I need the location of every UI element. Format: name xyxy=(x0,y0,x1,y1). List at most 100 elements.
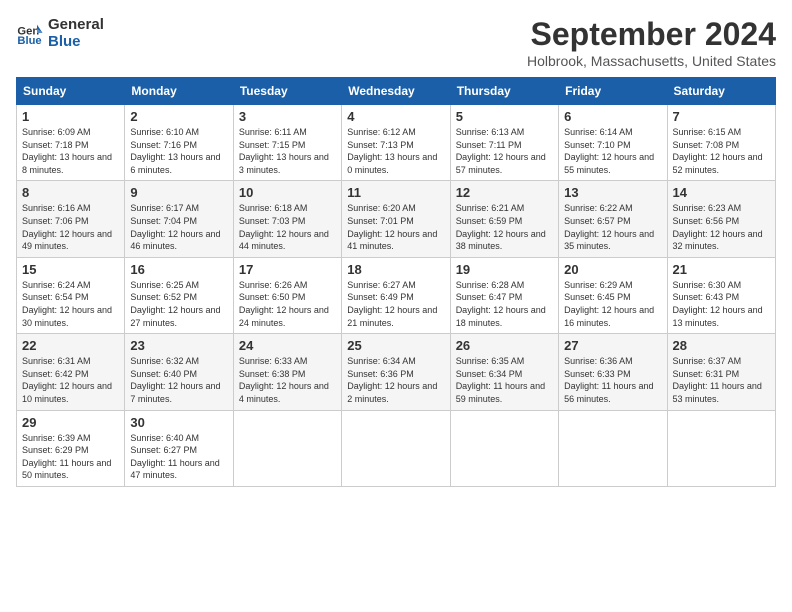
day-info: Sunrise: 6:32 AM Sunset: 6:40 PM Dayligh… xyxy=(130,355,227,405)
calendar-cell: 27 Sunrise: 6:36 AM Sunset: 6:33 PM Dayl… xyxy=(559,334,667,410)
day-info: Sunrise: 6:22 AM Sunset: 6:57 PM Dayligh… xyxy=(564,202,661,252)
day-info: Sunrise: 6:28 AM Sunset: 6:47 PM Dayligh… xyxy=(456,279,553,329)
calendar-cell: 22 Sunrise: 6:31 AM Sunset: 6:42 PM Dayl… xyxy=(17,334,125,410)
day-number: 12 xyxy=(456,185,553,200)
calendar-cell: 23 Sunrise: 6:32 AM Sunset: 6:40 PM Dayl… xyxy=(125,334,233,410)
calendar-week-row: 8 Sunrise: 6:16 AM Sunset: 7:06 PM Dayli… xyxy=(17,181,776,257)
svg-text:Blue: Blue xyxy=(17,35,41,47)
day-number: 4 xyxy=(347,109,444,124)
day-number: 19 xyxy=(456,262,553,277)
day-number: 25 xyxy=(347,338,444,353)
day-info: Sunrise: 6:14 AM Sunset: 7:10 PM Dayligh… xyxy=(564,126,661,176)
day-number: 28 xyxy=(673,338,770,353)
day-number: 20 xyxy=(564,262,661,277)
page-header: Gen Blue General Blue September 2024 Hol… xyxy=(16,16,776,69)
col-header-sunday: Sunday xyxy=(17,78,125,105)
day-number: 6 xyxy=(564,109,661,124)
calendar-cell: 3 Sunrise: 6:11 AM Sunset: 7:15 PM Dayli… xyxy=(233,105,341,181)
day-number: 3 xyxy=(239,109,336,124)
calendar-title-area: September 2024 Holbrook, Massachusetts, … xyxy=(527,16,776,69)
calendar-cell xyxy=(342,410,450,486)
calendar-cell: 9 Sunrise: 6:17 AM Sunset: 7:04 PM Dayli… xyxy=(125,181,233,257)
calendar-cell: 17 Sunrise: 6:26 AM Sunset: 6:50 PM Dayl… xyxy=(233,257,341,333)
day-info: Sunrise: 6:09 AM Sunset: 7:18 PM Dayligh… xyxy=(22,126,119,176)
location-title: Holbrook, Massachusetts, United States xyxy=(527,53,776,69)
day-info: Sunrise: 6:20 AM Sunset: 7:01 PM Dayligh… xyxy=(347,202,444,252)
calendar-cell: 18 Sunrise: 6:27 AM Sunset: 6:49 PM Dayl… xyxy=(342,257,450,333)
day-number: 7 xyxy=(673,109,770,124)
day-number: 24 xyxy=(239,338,336,353)
day-number: 30 xyxy=(130,415,227,430)
calendar-cell: 8 Sunrise: 6:16 AM Sunset: 7:06 PM Dayli… xyxy=(17,181,125,257)
calendar-cell xyxy=(667,410,775,486)
day-info: Sunrise: 6:40 AM Sunset: 6:27 PM Dayligh… xyxy=(130,432,227,482)
day-number: 14 xyxy=(673,185,770,200)
day-number: 9 xyxy=(130,185,227,200)
calendar-cell: 25 Sunrise: 6:34 AM Sunset: 6:36 PM Dayl… xyxy=(342,334,450,410)
day-info: Sunrise: 6:29 AM Sunset: 6:45 PM Dayligh… xyxy=(564,279,661,329)
calendar-cell xyxy=(559,410,667,486)
calendar-cell: 14 Sunrise: 6:23 AM Sunset: 6:56 PM Dayl… xyxy=(667,181,775,257)
day-number: 10 xyxy=(239,185,336,200)
day-number: 15 xyxy=(22,262,119,277)
day-number: 2 xyxy=(130,109,227,124)
day-info: Sunrise: 6:18 AM Sunset: 7:03 PM Dayligh… xyxy=(239,202,336,252)
day-info: Sunrise: 6:11 AM Sunset: 7:15 PM Dayligh… xyxy=(239,126,336,176)
calendar-cell: 13 Sunrise: 6:22 AM Sunset: 6:57 PM Dayl… xyxy=(559,181,667,257)
calendar-cell: 16 Sunrise: 6:25 AM Sunset: 6:52 PM Dayl… xyxy=(125,257,233,333)
day-info: Sunrise: 6:36 AM Sunset: 6:33 PM Dayligh… xyxy=(564,355,661,405)
calendar-week-row: 22 Sunrise: 6:31 AM Sunset: 6:42 PM Dayl… xyxy=(17,334,776,410)
day-info: Sunrise: 6:37 AM Sunset: 6:31 PM Dayligh… xyxy=(673,355,770,405)
calendar-cell: 5 Sunrise: 6:13 AM Sunset: 7:11 PM Dayli… xyxy=(450,105,558,181)
day-number: 18 xyxy=(347,262,444,277)
day-number: 23 xyxy=(130,338,227,353)
calendar-cell: 6 Sunrise: 6:14 AM Sunset: 7:10 PM Dayli… xyxy=(559,105,667,181)
day-info: Sunrise: 6:23 AM Sunset: 6:56 PM Dayligh… xyxy=(673,202,770,252)
calendar-cell: 12 Sunrise: 6:21 AM Sunset: 6:59 PM Dayl… xyxy=(450,181,558,257)
calendar-cell: 7 Sunrise: 6:15 AM Sunset: 7:08 PM Dayli… xyxy=(667,105,775,181)
calendar-header-row: SundayMondayTuesdayWednesdayThursdayFrid… xyxy=(17,78,776,105)
logo-text-blue: Blue xyxy=(48,33,104,50)
calendar-cell: 11 Sunrise: 6:20 AM Sunset: 7:01 PM Dayl… xyxy=(342,181,450,257)
day-number: 29 xyxy=(22,415,119,430)
day-info: Sunrise: 6:17 AM Sunset: 7:04 PM Dayligh… xyxy=(130,202,227,252)
day-number: 17 xyxy=(239,262,336,277)
day-number: 8 xyxy=(22,185,119,200)
calendar-cell: 1 Sunrise: 6:09 AM Sunset: 7:18 PM Dayli… xyxy=(17,105,125,181)
month-title: September 2024 xyxy=(527,16,776,53)
day-info: Sunrise: 6:10 AM Sunset: 7:16 PM Dayligh… xyxy=(130,126,227,176)
day-info: Sunrise: 6:26 AM Sunset: 6:50 PM Dayligh… xyxy=(239,279,336,329)
day-info: Sunrise: 6:21 AM Sunset: 6:59 PM Dayligh… xyxy=(456,202,553,252)
day-number: 5 xyxy=(456,109,553,124)
calendar-week-row: 29 Sunrise: 6:39 AM Sunset: 6:29 PM Dayl… xyxy=(17,410,776,486)
day-info: Sunrise: 6:16 AM Sunset: 7:06 PM Dayligh… xyxy=(22,202,119,252)
day-info: Sunrise: 6:31 AM Sunset: 6:42 PM Dayligh… xyxy=(22,355,119,405)
day-number: 16 xyxy=(130,262,227,277)
col-header-thursday: Thursday xyxy=(450,78,558,105)
col-header-saturday: Saturday xyxy=(667,78,775,105)
calendar-cell xyxy=(233,410,341,486)
logo-icon: Gen Blue xyxy=(16,19,44,47)
calendar-cell: 19 Sunrise: 6:28 AM Sunset: 6:47 PM Dayl… xyxy=(450,257,558,333)
day-number: 27 xyxy=(564,338,661,353)
day-info: Sunrise: 6:15 AM Sunset: 7:08 PM Dayligh… xyxy=(673,126,770,176)
col-header-wednesday: Wednesday xyxy=(342,78,450,105)
calendar-week-row: 15 Sunrise: 6:24 AM Sunset: 6:54 PM Dayl… xyxy=(17,257,776,333)
calendar-cell: 20 Sunrise: 6:29 AM Sunset: 6:45 PM Dayl… xyxy=(559,257,667,333)
day-info: Sunrise: 6:27 AM Sunset: 6:49 PM Dayligh… xyxy=(347,279,444,329)
day-number: 13 xyxy=(564,185,661,200)
day-info: Sunrise: 6:35 AM Sunset: 6:34 PM Dayligh… xyxy=(456,355,553,405)
calendar-week-row: 1 Sunrise: 6:09 AM Sunset: 7:18 PM Dayli… xyxy=(17,105,776,181)
calendar-cell: 28 Sunrise: 6:37 AM Sunset: 6:31 PM Dayl… xyxy=(667,334,775,410)
calendar-cell: 10 Sunrise: 6:18 AM Sunset: 7:03 PM Dayl… xyxy=(233,181,341,257)
calendar-cell: 26 Sunrise: 6:35 AM Sunset: 6:34 PM Dayl… xyxy=(450,334,558,410)
app-logo: Gen Blue General Blue xyxy=(16,16,104,51)
day-info: Sunrise: 6:25 AM Sunset: 6:52 PM Dayligh… xyxy=(130,279,227,329)
calendar-cell: 30 Sunrise: 6:40 AM Sunset: 6:27 PM Dayl… xyxy=(125,410,233,486)
logo-text-general: General xyxy=(48,16,104,33)
day-info: Sunrise: 6:13 AM Sunset: 7:11 PM Dayligh… xyxy=(456,126,553,176)
day-info: Sunrise: 6:33 AM Sunset: 6:38 PM Dayligh… xyxy=(239,355,336,405)
day-info: Sunrise: 6:24 AM Sunset: 6:54 PM Dayligh… xyxy=(22,279,119,329)
day-number: 26 xyxy=(456,338,553,353)
day-number: 22 xyxy=(22,338,119,353)
